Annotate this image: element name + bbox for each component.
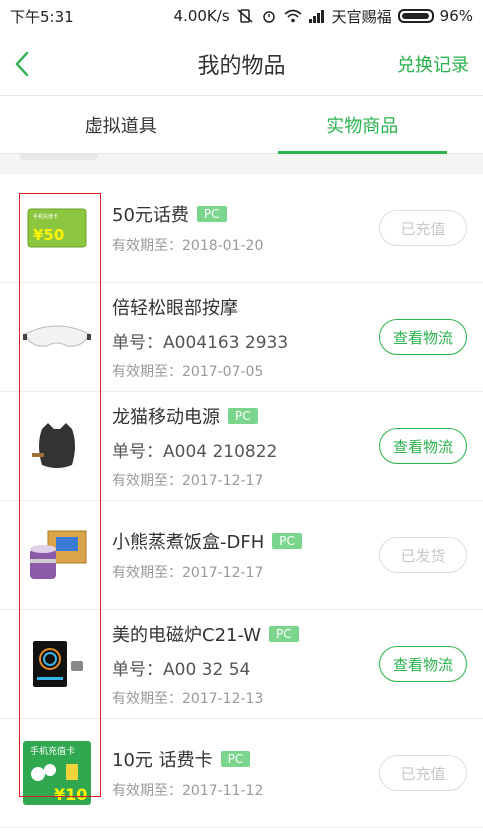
item-expiry: 有效期至：2017-12-17 xyxy=(112,472,264,489)
battery-icon xyxy=(397,9,434,23)
card-label: 手机充值卡 xyxy=(30,745,75,757)
pc-badge: PC xyxy=(272,533,302,549)
item-title-row: 倍轻松眼部按摩 xyxy=(112,294,379,320)
pc-badge: PC xyxy=(228,407,258,424)
item-expiry: 有效期至：2017-12-13 xyxy=(112,690,264,707)
item-info: 10元 话费卡 PC 有效期至：2017-11-12 xyxy=(94,746,379,800)
item-name: 小熊蒸煮饭盒-DFH xyxy=(112,532,265,553)
item-name: 美的电磁炉C21-W xyxy=(112,624,262,646)
tab-physical-goods[interactable]: 实物商品 xyxy=(242,96,483,154)
track-shipment-button[interactable]: 查看物流 xyxy=(379,319,467,355)
track-shipment-button[interactable]: 查看物流 xyxy=(379,428,467,464)
order-number: 单号：A00 32 54 xyxy=(112,659,251,680)
recharged-button[interactable]: 已充值 xyxy=(379,755,467,791)
header: 我的物品 兑换记录 xyxy=(0,32,483,96)
item-info: 小熊蒸煮饭盒-DFH PC 有效期至：2017-12-17 xyxy=(94,528,379,582)
lunch-box-icon xyxy=(20,518,94,592)
card-label: 手机充值卡 xyxy=(33,213,58,220)
status-time: 下午5:31 xyxy=(10,7,74,26)
list-item: 小熊蒸煮饭盒-DFH PC 有效期至：2017-12-17 已发货 xyxy=(0,501,483,610)
network-speed: 4.00K/s xyxy=(173,7,230,25)
tab-bar: 虚拟道具 实物商品 xyxy=(0,96,483,154)
item-name: 50元话费 xyxy=(112,205,189,226)
item-info: 美的电磁炉C21-W PC 单号：A00 32 54 有效期至：2017-12-… xyxy=(94,621,379,708)
alarm-icon xyxy=(262,11,275,23)
item-title-row: 10元 话费卡 PC xyxy=(112,746,379,772)
pc-badge: PC xyxy=(269,625,299,642)
list-item: 手机充值卡 ¥10 10元 话费卡 PC 有效期至：2017-11-12 已充值 xyxy=(0,719,483,828)
previous-item-edge xyxy=(20,154,98,160)
item-title-row: 小熊蒸煮饭盒-DFH PC xyxy=(112,528,379,554)
list-item: 手机充值卡 ¥50 50元话费 PC 有效期至：2018-01-20 已充值 xyxy=(0,174,483,283)
pc-badge: PC xyxy=(196,206,227,222)
card-value: ¥10 xyxy=(54,785,87,804)
pc-badge: PC xyxy=(220,751,251,767)
card-value: ¥50 xyxy=(33,226,64,244)
power-bank-icon xyxy=(20,409,94,483)
redeem-history-link[interactable]: 兑换记录 xyxy=(397,51,469,77)
item-expiry: 有效期至：2017-11-12 xyxy=(112,783,264,799)
battery-level: 96% xyxy=(439,7,473,25)
status-indicators: 4.00K/s 天官赐福 96% xyxy=(174,6,473,27)
item-info: 倍轻松眼部按摩 单号：A004163 2933 有效期至：2017-07-05 xyxy=(94,294,379,381)
carrier-name: 天官赐福 xyxy=(331,7,392,26)
item-expiry: 有效期至：2017-07-05 xyxy=(112,363,264,380)
induction-cooker-icon xyxy=(20,627,94,701)
list-spacer xyxy=(0,154,483,174)
item-name: 10元 话费卡 xyxy=(112,750,213,771)
shipped-button[interactable]: 已发货 xyxy=(379,537,467,573)
list-item: 龙猫移动电源 PC 单号：A004 210822 有效期至：2017-12-17… xyxy=(0,392,483,501)
item-name: 龙猫移动电源 xyxy=(112,406,220,428)
signal-icon xyxy=(308,10,324,23)
order-number: 单号：A004163 2933 xyxy=(112,332,289,353)
item-title-row: 美的电磁炉C21-W PC xyxy=(112,621,379,647)
list-item: 倍轻松眼部按摩 单号：A004163 2933 有效期至：2017-07-05 … xyxy=(0,283,483,392)
vibrate-off-icon xyxy=(237,9,253,23)
track-shipment-button[interactable]: 查看物流 xyxy=(379,646,467,682)
eye-massager-icon xyxy=(20,300,94,374)
tab-virtual-items[interactable]: 虚拟道具 xyxy=(0,96,242,153)
list-item: 美的电磁炉C21-W PC 单号：A00 32 54 有效期至：2017-12-… xyxy=(0,610,483,719)
recharged-button[interactable]: 已充值 xyxy=(379,210,467,246)
item-list: 手机充值卡 ¥50 50元话费 PC 有效期至：2018-01-20 已充值 倍轻… xyxy=(0,174,483,828)
item-title-row: 50元话费 PC xyxy=(112,201,379,227)
order-number: 单号：A004 210822 xyxy=(112,441,278,462)
item-info: 龙猫移动电源 PC 单号：A004 210822 有效期至：2017-12-17 xyxy=(94,403,379,490)
item-expiry: 有效期至：2017-12-17 xyxy=(112,565,264,581)
wifi-icon xyxy=(284,9,302,23)
phone-card-50-icon: 手机充值卡 ¥50 xyxy=(20,191,94,265)
chevron-left-icon xyxy=(15,51,29,76)
phone-card-10-icon: 手机充值卡 ¥10 xyxy=(20,736,94,810)
back-button[interactable] xyxy=(14,50,42,78)
item-name: 倍轻松眼部按摩 xyxy=(112,297,238,319)
item-info: 50元话费 PC 有效期至：2018-01-20 xyxy=(94,201,379,255)
status-bar: 下午5:31 4.00K/s 天官赐福 96% xyxy=(0,0,483,32)
item-expiry: 有效期至：2018-01-20 xyxy=(112,238,264,254)
item-title-row: 龙猫移动电源 PC xyxy=(112,403,379,429)
